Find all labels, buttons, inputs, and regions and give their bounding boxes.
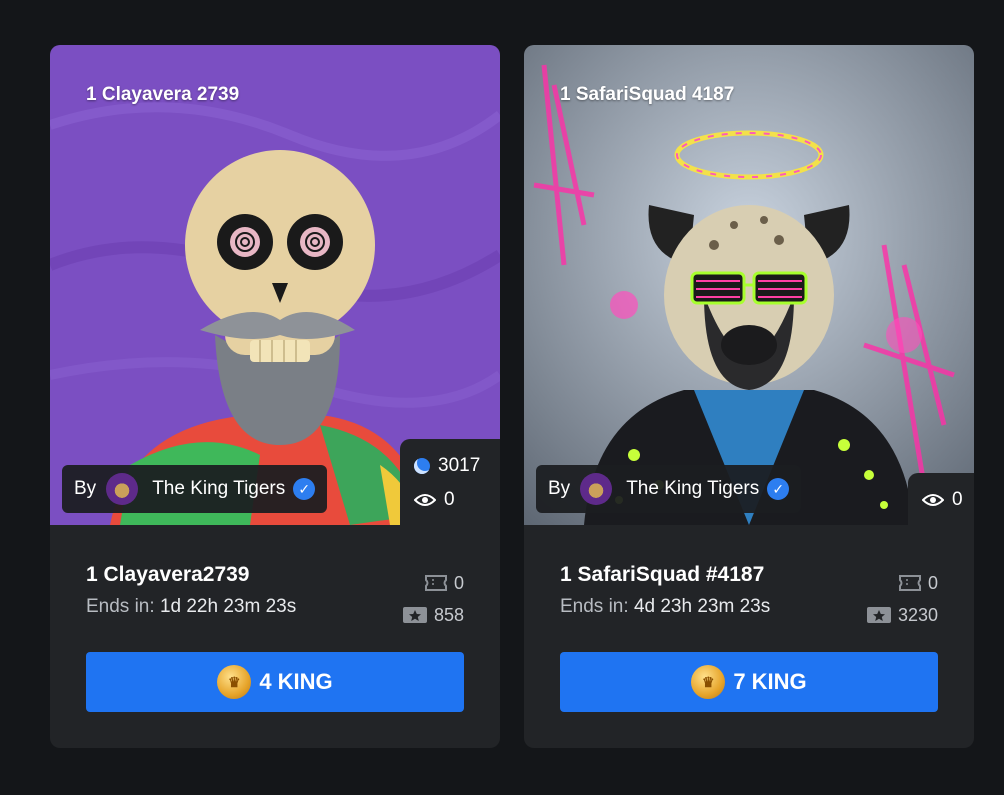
nft-artwork[interactable]: 1 SafariSquad 4187 By The King Tigers ✓ … [524, 45, 974, 525]
ends-label: Ends in: [560, 596, 629, 617]
views-count: 0 [444, 489, 455, 510]
verified-check-icon: ✓ [293, 478, 316, 500]
ends-countdown: 1d 22h 23m 23s [159, 596, 297, 617]
ticket-icon [424, 575, 447, 591]
verified-check-icon: ✓ [767, 478, 790, 500]
nft-artwork[interactable]: 1 Clayavera 2739 By The King Tigers ✓ 30… [50, 45, 500, 525]
card-info: 1 Clayavera2739 Ends in: 1d 22h 23m 23s … [86, 563, 464, 625]
eye-icon [922, 492, 944, 508]
price-label: 4 KING [259, 669, 333, 694]
rating-row: 858 [402, 599, 464, 631]
creator-name[interactable]: The King Tigers [626, 478, 759, 500]
king-coin-icon: ♛ [217, 665, 252, 699]
card-meta: 0 3230 [866, 567, 938, 631]
tickets-count: 0 [927, 572, 938, 593]
creator-avatar [106, 473, 139, 505]
views-row: 0 [922, 483, 963, 517]
buy-button[interactable]: ♛ 7 KING [560, 652, 938, 712]
eye-icon [414, 492, 436, 508]
artwork-title: 1 Clayavera 2739 [86, 84, 240, 105]
artwork-stats: 3017 0 [400, 439, 500, 525]
card-info: 1 SafariSquad #4187 Ends in: 4d 23h 23m … [560, 563, 938, 625]
rating-row: 3230 [866, 599, 938, 631]
circle-icon [414, 458, 430, 474]
king-coin-icon: ♛ [691, 665, 726, 699]
nft-card-safarisquad[interactable]: 1 SafariSquad 4187 By The King Tigers ✓ … [524, 45, 974, 748]
ends-label: Ends in: [86, 596, 155, 617]
creator-prefix: By [74, 478, 97, 499]
creator-avatar [580, 473, 613, 505]
stat-count: 3017 [438, 455, 481, 476]
price-label: 7 KING [733, 669, 807, 694]
tickets-row: 0 [866, 567, 938, 599]
tickets-count: 0 [453, 572, 464, 593]
creator-badge[interactable]: By The King Tigers ✓ [536, 465, 802, 513]
ticket-icon [898, 575, 921, 591]
nft-card-clayavera[interactable]: 1 Clayavera 2739 By The King Tigers ✓ 30… [50, 45, 500, 748]
rating-count: 858 [433, 604, 464, 625]
star-ticket-icon [402, 607, 427, 623]
star-ticket-icon [866, 607, 891, 623]
hyena-artwork [524, 45, 974, 525]
card-meta: 0 858 [402, 567, 464, 631]
creator-name[interactable]: The King Tigers [152, 478, 285, 500]
views-row: 0 [414, 483, 486, 517]
artwork-stats: 0 [908, 473, 974, 525]
ends-countdown: 4d 23h 23m 23s [633, 596, 771, 617]
stat-count-row: 3017 [414, 449, 486, 483]
tickets-row: 0 [402, 567, 464, 599]
views-count: 0 [952, 489, 963, 510]
creator-prefix: By [548, 478, 571, 499]
artwork-title: 1 SafariSquad 4187 [560, 84, 735, 105]
buy-button[interactable]: ♛ 4 KING [86, 652, 464, 712]
rating-count: 3230 [897, 604, 938, 625]
creator-badge[interactable]: By The King Tigers ✓ [62, 465, 328, 513]
